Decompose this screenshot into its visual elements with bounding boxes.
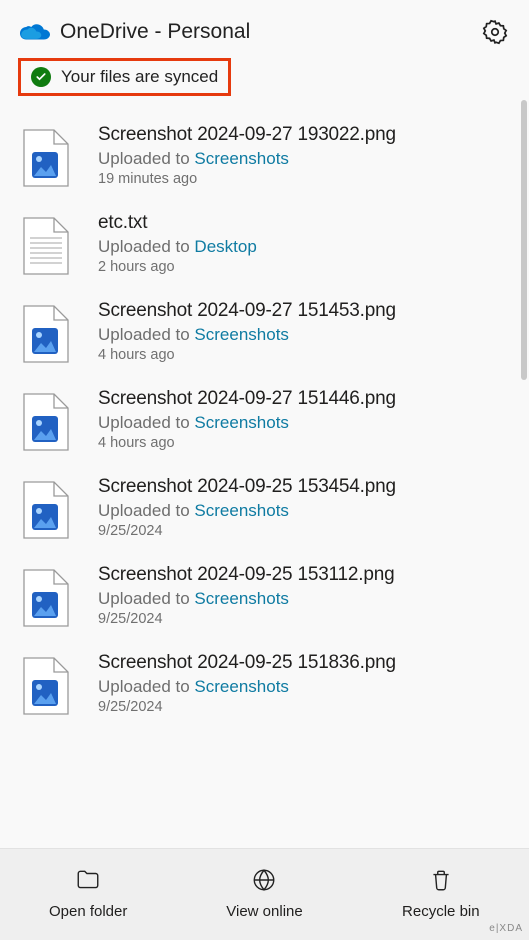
open-folder-button[interactable]: Open folder: [0, 867, 176, 920]
file-time: 9/25/2024: [98, 611, 519, 627]
trash-icon: [428, 867, 454, 893]
gear-icon: [482, 19, 508, 45]
file-item[interactable]: Screenshot 2024-09-25 153454.png Uploade…: [0, 464, 529, 552]
file-time: 2 hours ago: [98, 259, 519, 275]
file-location: Uploaded to Screenshots: [98, 149, 519, 169]
file-time: 19 minutes ago: [98, 171, 519, 187]
file-thumb-icon: [22, 216, 70, 276]
upload-prefix: Uploaded to: [98, 149, 190, 168]
file-name: Screenshot 2024-09-27 151446.png: [98, 388, 519, 410]
upload-prefix: Uploaded to: [98, 589, 190, 608]
file-location-link[interactable]: Screenshots: [194, 149, 289, 168]
file-info: Screenshot 2024-09-25 151836.png Uploade…: [98, 652, 519, 715]
app-header: OneDrive - Personal: [0, 0, 529, 54]
file-time: 4 hours ago: [98, 347, 519, 363]
onedrive-logo-icon: [20, 22, 50, 42]
view-online-button[interactable]: View online: [176, 867, 352, 920]
recycle-bin-label: Recycle bin: [402, 903, 480, 920]
file-info: Screenshot 2024-09-27 151446.png Uploade…: [98, 388, 519, 451]
folder-icon: [75, 867, 101, 893]
file-thumb-icon: [22, 656, 70, 716]
file-name: Screenshot 2024-09-25 153112.png: [98, 564, 519, 586]
file-location-link[interactable]: Screenshots: [194, 413, 289, 432]
open-folder-label: Open folder: [49, 903, 127, 920]
file-item[interactable]: Screenshot 2024-09-25 151836.png Uploade…: [0, 640, 529, 728]
file-location: Uploaded to Screenshots: [98, 325, 519, 345]
file-info: etc.txt Uploaded to Desktop 2 hours ago: [98, 212, 519, 275]
view-online-label: View online: [226, 903, 302, 920]
upload-prefix: Uploaded to: [98, 501, 190, 520]
file-name: Screenshot 2024-09-27 151453.png: [98, 300, 519, 322]
file-info: Screenshot 2024-09-27 151453.png Uploade…: [98, 300, 519, 363]
file-item[interactable]: Screenshot 2024-09-27 151453.png Uploade…: [0, 288, 529, 376]
file-location-link[interactable]: Screenshots: [194, 589, 289, 608]
check-circle-icon: [31, 67, 51, 87]
file-location: Uploaded to Screenshots: [98, 501, 519, 521]
file-item[interactable]: Screenshot 2024-09-27 193022.png Uploade…: [0, 112, 529, 200]
file-item[interactable]: etc.txt Uploaded to Desktop 2 hours ago: [0, 200, 529, 288]
file-time: 9/25/2024: [98, 523, 519, 539]
file-time: 4 hours ago: [98, 435, 519, 451]
footer-bar: Open folder View online Recycle bin: [0, 848, 529, 940]
file-thumb-icon: [22, 128, 70, 188]
file-name: etc.txt: [98, 212, 519, 234]
settings-button[interactable]: [481, 18, 509, 46]
file-location: Uploaded to Screenshots: [98, 589, 519, 609]
file-info: Screenshot 2024-09-25 153112.png Uploade…: [98, 564, 519, 627]
file-item[interactable]: Screenshot 2024-09-25 153112.png Uploade…: [0, 552, 529, 640]
scrollbar[interactable]: [521, 100, 527, 380]
file-location-link[interactable]: Screenshots: [194, 325, 289, 344]
file-location: Uploaded to Screenshots: [98, 677, 519, 697]
file-location-link[interactable]: Screenshots: [194, 677, 289, 696]
file-name: Screenshot 2024-09-25 153454.png: [98, 476, 519, 498]
app-title: OneDrive - Personal: [60, 20, 471, 44]
watermark: e|XDA: [489, 923, 523, 934]
file-item[interactable]: Screenshot 2024-09-27 151446.png Uploade…: [0, 376, 529, 464]
file-info: Screenshot 2024-09-27 193022.png Uploade…: [98, 124, 519, 187]
file-thumb-icon: [22, 392, 70, 452]
sync-status-text: Your files are synced: [61, 67, 218, 87]
file-location: Uploaded to Screenshots: [98, 413, 519, 433]
upload-prefix: Uploaded to: [98, 325, 190, 344]
file-info: Screenshot 2024-09-25 153454.png Uploade…: [98, 476, 519, 539]
file-list: Screenshot 2024-09-27 193022.png Uploade…: [0, 112, 529, 728]
globe-icon: [251, 867, 277, 893]
file-location-link[interactable]: Screenshots: [194, 501, 289, 520]
file-thumb-icon: [22, 568, 70, 628]
file-thumb-icon: [22, 304, 70, 364]
file-time: 9/25/2024: [98, 699, 519, 715]
file-name: Screenshot 2024-09-27 193022.png: [98, 124, 519, 146]
upload-prefix: Uploaded to: [98, 237, 190, 256]
upload-prefix: Uploaded to: [98, 413, 190, 432]
file-name: Screenshot 2024-09-25 151836.png: [98, 652, 519, 674]
upload-prefix: Uploaded to: [98, 677, 190, 696]
sync-status-banner: Your files are synced: [18, 58, 231, 96]
file-location-link[interactable]: Desktop: [194, 237, 256, 256]
file-thumb-icon: [22, 480, 70, 540]
file-location: Uploaded to Desktop: [98, 237, 519, 257]
recycle-bin-button[interactable]: Recycle bin: [353, 867, 529, 920]
